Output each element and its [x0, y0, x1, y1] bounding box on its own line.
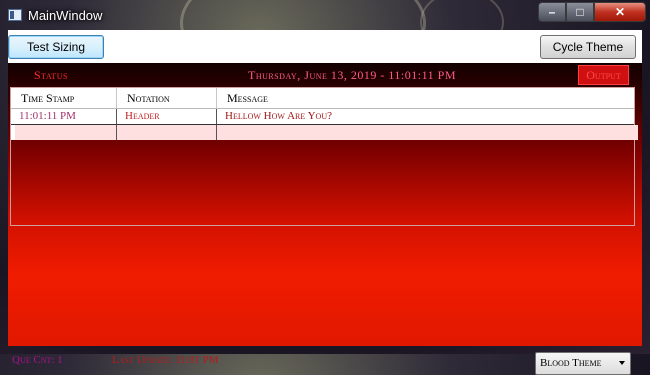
- theme-dropdown-value: Blood Theme: [540, 357, 602, 369]
- close-button[interactable]: ✕: [594, 2, 646, 22]
- theme-dropdown[interactable]: Blood Theme: [535, 352, 631, 375]
- grid-header: Time Stamp Notation Message: [11, 88, 634, 109]
- client-area: Test Sizing Cycle Theme Status Thursday,…: [8, 30, 642, 375]
- cell-time-stamp: 11:01:11 PM: [11, 109, 117, 124]
- status-bar: Status Thursday, June 13, 2019 - 11:01:1…: [8, 63, 642, 85]
- caption-buttons: – □ ✕: [538, 2, 646, 22]
- new-row-placeholder[interactable]: [11, 125, 638, 140]
- window-icon: [8, 9, 22, 21]
- chevron-down-icon: [619, 361, 625, 365]
- cycle-theme-button[interactable]: Cycle Theme: [540, 35, 636, 59]
- cell-time-stamp: [15, 125, 117, 140]
- column-header-notation[interactable]: Notation: [117, 88, 217, 108]
- column-header-time-stamp[interactable]: Time Stamp: [11, 88, 117, 108]
- log-grid[interactable]: Time Stamp Notation Message 11:01:11 PM …: [10, 87, 638, 226]
- test-sizing-button[interactable]: Test Sizing: [8, 35, 104, 59]
- queue-count: Que Cnt: 1: [12, 354, 63, 366]
- cell-message: [217, 125, 634, 140]
- cell-notation: [117, 125, 217, 140]
- status-label: Status: [34, 68, 68, 82]
- maximize-button[interactable]: □: [566, 2, 594, 22]
- output-button[interactable]: Output: [578, 65, 629, 85]
- window-title: MainWindow: [28, 8, 103, 23]
- main-window: MainWindow – □ ✕ Test Sizing Cycle Theme…: [0, 0, 650, 375]
- cell-message: Hellow How Are You?: [225, 110, 332, 122]
- last-update: Last Update: 11:01 PM: [112, 354, 219, 366]
- title-bar[interactable]: MainWindow – □ ✕: [0, 0, 650, 30]
- table-row[interactable]: 11:01:11 PM Header Hellow How Are You?: [11, 109, 634, 125]
- toolbar: Test Sizing Cycle Theme: [8, 30, 642, 63]
- column-header-message[interactable]: Message: [217, 88, 634, 108]
- current-datetime: Thursday, June 13, 2019 - 11:01:11 PM: [248, 68, 456, 82]
- minimize-button[interactable]: –: [538, 2, 566, 22]
- cell-notation: Header: [117, 109, 217, 124]
- main-panel: Status Thursday, June 13, 2019 - 11:01:1…: [8, 63, 642, 375]
